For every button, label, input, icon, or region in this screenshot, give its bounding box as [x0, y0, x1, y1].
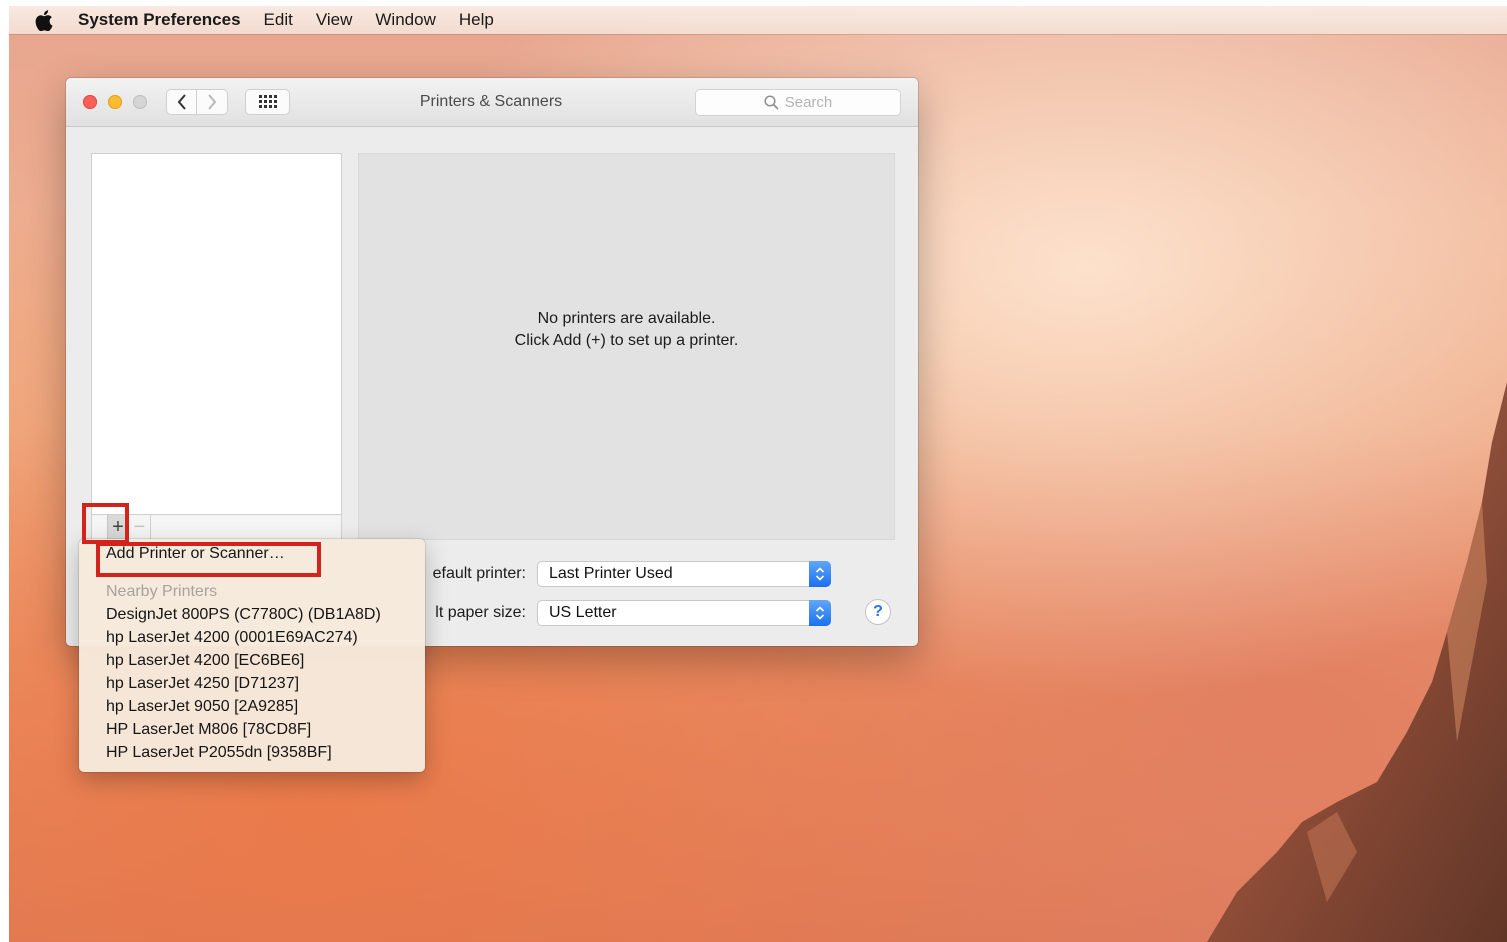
menu-app-name[interactable]: System Preferences: [78, 10, 241, 30]
add-printer-menu: Add Printer or Scanner… Nearby Printers …: [79, 539, 425, 772]
add-printer-or-scanner-item[interactable]: Add Printer or Scanner…: [106, 545, 285, 563]
minimize-button[interactable]: [108, 95, 122, 109]
close-button[interactable]: [83, 95, 97, 109]
paper-size-value: US Letter: [549, 604, 617, 621]
printer-detail-pane: No printers are available. Click Add (+)…: [358, 153, 895, 540]
menu-view[interactable]: View: [316, 10, 353, 30]
add-printer-button[interactable]: +: [107, 515, 129, 539]
list-controls: + −: [91, 515, 342, 540]
nearby-printer-item[interactable]: hp LaserJet 9050 [2A9285]: [106, 698, 298, 716]
search-icon: [764, 95, 779, 110]
chevron-right-icon: [208, 94, 217, 110]
default-printer-popup[interactable]: Last Printer Used: [537, 561, 831, 587]
nearby-printer-item[interactable]: hp LaserJet 4200 [EC6BE6]: [106, 652, 304, 670]
desktop: System Preferences Edit View Window Help: [9, 6, 1507, 942]
help-button[interactable]: ?: [865, 599, 891, 625]
search-placeholder: Search: [784, 94, 833, 111]
back-button[interactable]: [166, 89, 197, 115]
nearby-printer-item[interactable]: hp LaserJet 4200 (0001E69AC274): [106, 629, 358, 647]
zoom-button[interactable]: [133, 95, 147, 109]
wallpaper-mountain: [1207, 382, 1507, 942]
updown-arrows-icon: [809, 600, 831, 626]
menubar: System Preferences Edit View Window Help: [9, 6, 1507, 34]
remove-printer-button[interactable]: −: [129, 515, 151, 539]
forward-button[interactable]: [197, 89, 228, 115]
menu-help[interactable]: Help: [459, 10, 494, 30]
printer-list[interactable]: [91, 153, 342, 515]
menu-edit[interactable]: Edit: [264, 10, 293, 30]
apple-menu-icon[interactable]: [34, 9, 54, 31]
window-titlebar: Printers & Scanners Search: [66, 78, 918, 127]
empty-message-line2: Click Add (+) to set up a printer.: [514, 332, 739, 349]
window-title: Printers & Scanners: [419, 93, 563, 110]
search-input[interactable]: Search: [695, 89, 901, 116]
updown-arrows-icon: [809, 561, 831, 587]
chevron-left-icon: [177, 94, 186, 110]
nearby-printers-header: Nearby Printers: [106, 583, 218, 600]
empty-message-line1: No printers are available.: [537, 310, 716, 327]
nearby-printer-item[interactable]: DesignJet 800PS (C7780C) (DB1A8D): [106, 606, 381, 624]
menu-window[interactable]: Window: [375, 10, 435, 30]
empty-message: No printers are available. Click Add (+)…: [359, 308, 894, 352]
nearby-printer-item[interactable]: HP LaserJet P2055dn [9358BF]: [106, 744, 332, 762]
show-all-button[interactable]: [245, 89, 290, 115]
paper-size-popup[interactable]: US Letter: [537, 600, 831, 626]
default-printer-value: Last Printer Used: [549, 565, 673, 582]
nearby-printer-item[interactable]: hp LaserJet 4250 [D71237]: [106, 675, 299, 693]
nearby-printer-item[interactable]: HP LaserJet M806 [78CD8F]: [106, 721, 311, 739]
grid-icon: [258, 95, 277, 108]
